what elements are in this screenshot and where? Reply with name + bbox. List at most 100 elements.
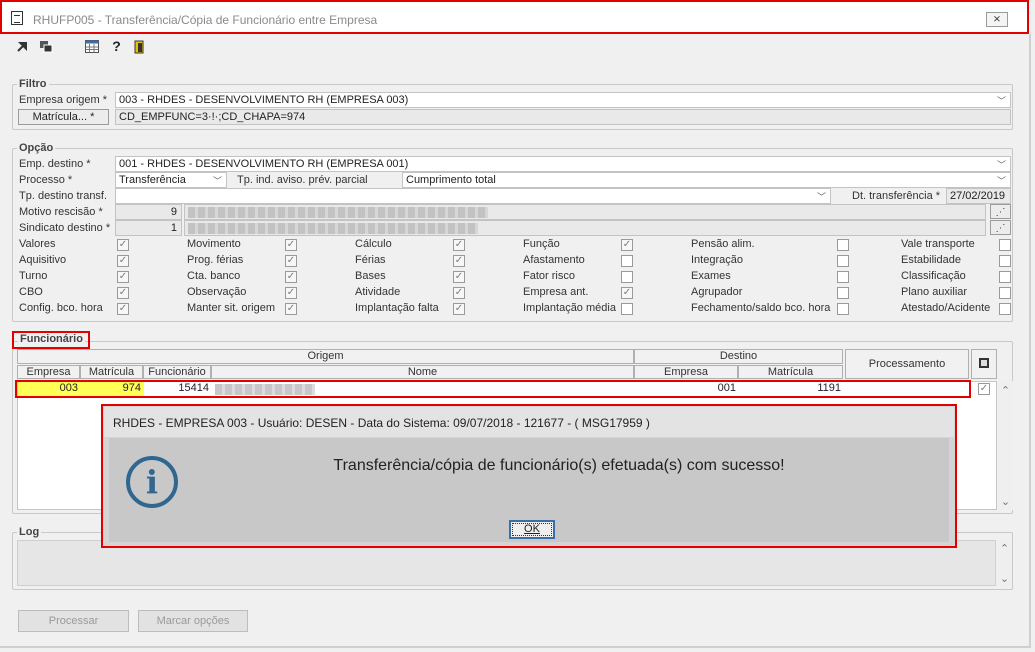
option-label: Fechamento/saldo bco. hora <box>691 302 831 314</box>
option-checkbox[interactable]: ✓ <box>453 287 465 299</box>
emp-destino-select[interactable]: 001 - RHDES - DESENVOLVIMENTO RH (EMPRES… <box>115 156 1011 172</box>
option-checkbox[interactable]: ✓ <box>285 303 297 315</box>
marcar-opcoes-button[interactable]: Marcar opções <box>138 610 248 632</box>
option-label: Empresa ant. <box>523 286 589 298</box>
option-checkbox[interactable]: ✓ <box>285 239 297 251</box>
tp-ind-aviso-select[interactable]: Cumprimento total ﹀ <box>402 172 1011 188</box>
col-nome[interactable]: Nome <box>211 365 634 379</box>
help-icon[interactable]: ? <box>110 39 123 53</box>
exit-door-icon[interactable] <box>133 40 146 54</box>
redacted-text <box>188 223 478 234</box>
option-checkbox[interactable] <box>837 271 849 283</box>
row-empresa: 003 <box>18 382 81 396</box>
option-checkbox[interactable]: ✓ <box>621 239 633 251</box>
sindicato-destino-description <box>184 220 986 236</box>
scroll-up-icon[interactable]: ⌃ <box>997 542 1012 555</box>
option-checkbox[interactable]: ✓ <box>453 271 465 283</box>
option-label: Férias <box>355 254 386 266</box>
sindicato-lookup-button[interactable]: ⋰ <box>990 220 1011 235</box>
processamento-header[interactable]: Processamento <box>845 349 969 379</box>
option-checkbox[interactable] <box>999 271 1011 283</box>
option-checkbox[interactable]: ✓ <box>453 239 465 251</box>
option-label: Afastamento <box>523 254 585 266</box>
option-checkbox[interactable]: ✓ <box>117 287 129 299</box>
option-checkbox[interactable] <box>837 255 849 267</box>
table-row[interactable]: 003 974 15414 001 1191 <box>15 380 971 398</box>
select-all-header[interactable] <box>971 349 997 379</box>
check-icon: ✓ <box>454 303 464 314</box>
option-label: Cálculo <box>355 238 392 250</box>
row-destino-matricula: 1191 <box>817 382 841 394</box>
matricula-button[interactable]: Matrícula... * <box>18 109 109 125</box>
option-label: Aquisitivo <box>19 254 67 266</box>
row-select-checkbox[interactable]: ✓ <box>978 383 990 395</box>
option-checkbox[interactable]: ✓ <box>117 271 129 283</box>
option-checkbox[interactable] <box>621 271 633 283</box>
check-icon: ✓ <box>454 271 464 282</box>
copy-window-icon[interactable] <box>39 40 53 53</box>
scroll-down-icon[interactable]: ⌄ <box>998 495 1013 508</box>
arrow-import-icon[interactable] <box>16 40 29 53</box>
check-icon: ✓ <box>118 255 128 266</box>
col-destino-empresa[interactable]: Empresa <box>634 365 738 379</box>
option-checkbox[interactable]: ✓ <box>285 255 297 267</box>
dt-transferencia-field[interactable]: 27/02/2019 <box>946 188 1011 204</box>
option-checkbox[interactable]: ✓ <box>285 271 297 283</box>
lookup-icon: ⋰ <box>995 223 1006 234</box>
check-icon: ✓ <box>622 239 632 250</box>
option-checkbox[interactable] <box>621 303 633 315</box>
option-checkbox[interactable]: ✓ <box>117 303 129 315</box>
processar-button[interactable]: Processar <box>18 610 129 632</box>
option-checkbox[interactable] <box>837 303 849 315</box>
option-checkbox[interactable] <box>999 239 1011 251</box>
col-destino-matricula[interactable]: Matrícula <box>738 365 843 379</box>
chevron-down-icon: ﹀ <box>816 192 826 202</box>
empresa-origem-value: 003 - RHDES - DESENVOLVIMENTO RH (EMPRES… <box>119 94 409 106</box>
motivo-lookup-button[interactable]: ⋰ <box>990 204 1011 219</box>
motivo-rescisao-code[interactable]: 9 <box>115 204 182 220</box>
check-icon: ✓ <box>118 271 128 282</box>
option-checkbox[interactable] <box>621 255 633 267</box>
option-checkbox[interactable]: ✓ <box>621 287 633 299</box>
option-checkbox[interactable] <box>999 255 1011 267</box>
option-checkbox[interactable]: ✓ <box>117 239 129 251</box>
check-icon: ✓ <box>454 255 464 266</box>
col-empresa[interactable]: Empresa <box>17 365 80 379</box>
scroll-down-icon[interactable]: ⌄ <box>997 572 1012 585</box>
option-checkbox[interactable] <box>999 287 1011 299</box>
check-icon: ✓ <box>118 287 128 298</box>
option-checkbox[interactable]: ✓ <box>285 287 297 299</box>
dt-transferencia-label: Dt. transferência * <box>852 190 941 202</box>
tp-destino-label: Tp. destino transf. <box>19 190 108 202</box>
log-scrollbar[interactable]: ⌃ ⌄ <box>997 540 1012 586</box>
processo-select[interactable]: Transferência ﹀ <box>115 172 227 188</box>
row-destino-empresa: 001 <box>717 382 736 394</box>
close-button[interactable]: ⨯ <box>986 12 1008 27</box>
option-checkbox[interactable]: ✓ <box>453 255 465 267</box>
window-title-bar: RHUFP005 - Transferência/Cópia de Funcio… <box>0 0 1029 34</box>
option-checkbox[interactable] <box>837 239 849 251</box>
redacted-text <box>188 207 488 218</box>
sindicato-destino-code[interactable]: 1 <box>115 220 182 236</box>
select-all-checkbox[interactable] <box>979 358 989 368</box>
col-matricula[interactable]: Matrícula <box>80 365 143 379</box>
option-label: Bases <box>355 270 386 282</box>
tp-destino-select[interactable]: ﹀ <box>115 188 831 204</box>
option-checkbox[interactable]: ✓ <box>117 255 129 267</box>
grid-scrollbar[interactable]: ⌃ ⌄ <box>998 381 1013 510</box>
option-checkbox[interactable] <box>837 287 849 299</box>
calendar-grid-icon[interactable] <box>85 40 99 53</box>
scroll-up-icon[interactable]: ⌃ <box>998 384 1013 397</box>
empresa-origem-select[interactable]: 003 - RHDES - DESENVOLVIMENTO RH (EMPRES… <box>115 92 1011 108</box>
row-matricula: 974 <box>81 382 144 396</box>
window-bottom-edge <box>0 646 1031 648</box>
option-checkbox[interactable] <box>999 303 1011 315</box>
option-checkbox[interactable]: ✓ <box>453 303 465 315</box>
motivo-rescisao-label: Motivo rescisão * <box>19 206 103 218</box>
option-label: Cta. banco <box>187 270 241 282</box>
redacted-text <box>215 384 315 395</box>
col-funcionario[interactable]: Funcionário <box>143 365 211 379</box>
option-label: Observação <box>187 286 247 298</box>
ok-button[interactable]: OK <box>509 520 555 539</box>
emp-destino-value: 001 - RHDES - DESENVOLVIMENTO RH (EMPRES… <box>119 158 409 170</box>
